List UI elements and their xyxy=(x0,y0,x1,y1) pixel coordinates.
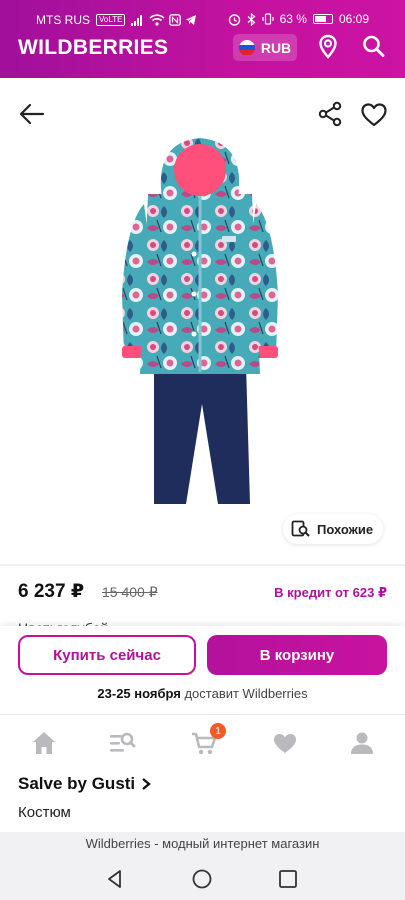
battery-percent: 63 % xyxy=(279,12,307,26)
search-icon[interactable] xyxy=(361,34,387,60)
system-recents-icon[interactable] xyxy=(277,868,299,890)
right-cuff xyxy=(256,346,278,358)
left-cuff xyxy=(122,346,144,358)
status-bar: MTS RUS VoLTE 63 % 06:09 xyxy=(0,0,405,38)
similar-label: Похожие xyxy=(317,521,374,537)
similar-button[interactable]: Похожие xyxy=(283,514,384,544)
nfc-icon xyxy=(169,14,182,26)
system-back-icon[interactable] xyxy=(104,868,126,890)
catalog-search-icon[interactable] xyxy=(108,729,136,757)
currency-label: RUB xyxy=(260,39,292,56)
back-arrow-icon[interactable] xyxy=(17,99,47,129)
battery-icon xyxy=(312,14,333,24)
brand-logo[interactable]: WILDBERRIES xyxy=(18,36,168,60)
clock: 06:09 xyxy=(338,12,369,26)
old-price: 15 400 ₽ xyxy=(102,584,158,600)
pants-shape xyxy=(154,364,250,504)
bottom-nav: 1 xyxy=(0,714,405,771)
hood-lining xyxy=(174,144,226,196)
share-icon[interactable] xyxy=(315,100,345,130)
similar-search-icon xyxy=(291,520,310,537)
system-nav-bar xyxy=(0,856,405,900)
product-info: Salve by Gusti Костюм xyxy=(0,770,405,832)
telegram-icon xyxy=(186,15,197,25)
product-image[interactable] xyxy=(110,134,290,510)
app-header: WILDBERRIES RUB xyxy=(0,34,405,78)
alarm-icon xyxy=(228,13,240,26)
brand-link[interactable]: Salve by Gusti xyxy=(18,774,152,794)
delivery-info: 23-25 ноября доставит Wildberries xyxy=(0,686,405,701)
credit-link[interactable]: В кредит от 623 ₽ xyxy=(274,585,387,601)
russia-flag-icon xyxy=(238,39,255,56)
bluetooth-icon xyxy=(247,12,256,26)
favorites-icon[interactable] xyxy=(271,729,299,757)
currency-button[interactable]: RUB xyxy=(233,34,297,61)
buy-now-button[interactable]: Купить сейчас xyxy=(18,635,196,675)
site-title: Wildberries - модный интернет магазин xyxy=(85,836,320,851)
chevron-right-icon xyxy=(142,778,152,790)
cart-count-badge: 1 xyxy=(210,723,226,739)
product-name: Костюм xyxy=(18,804,71,821)
delivery-text: доставит Wildberries xyxy=(180,686,308,701)
profile-icon[interactable] xyxy=(348,729,376,757)
carrier-label: MTS RUS xyxy=(36,13,90,27)
price-card: 6 237 ₽ 15 400 ₽ В кредит от 623 ₽ Цвет:… xyxy=(0,566,405,632)
status-right: 63 % 06:09 xyxy=(228,12,369,26)
system-home-icon[interactable] xyxy=(191,868,213,890)
product-gallery[interactable]: Похожие xyxy=(0,78,405,564)
status-left: MTS RUS VoLTE xyxy=(36,13,197,27)
add-to-cart-button[interactable]: В корзину xyxy=(207,635,387,675)
volte-icon: VoLTE xyxy=(96,14,126,26)
delivery-date: 23-25 ноября xyxy=(97,686,181,701)
favorite-heart-icon[interactable] xyxy=(359,100,389,130)
brand-name: Salve by Gusti xyxy=(18,774,136,793)
signal-icons xyxy=(131,14,197,26)
vibrate-icon xyxy=(262,13,274,25)
location-icon[interactable] xyxy=(315,34,341,60)
current-price: 6 237 ₽ xyxy=(18,581,85,602)
action-bar: Купить сейчас В корзину 23-25 ноября дос… xyxy=(0,626,405,714)
signal-icon xyxy=(131,14,143,26)
wifi-icon xyxy=(149,14,165,26)
home-icon[interactable] xyxy=(30,729,58,757)
